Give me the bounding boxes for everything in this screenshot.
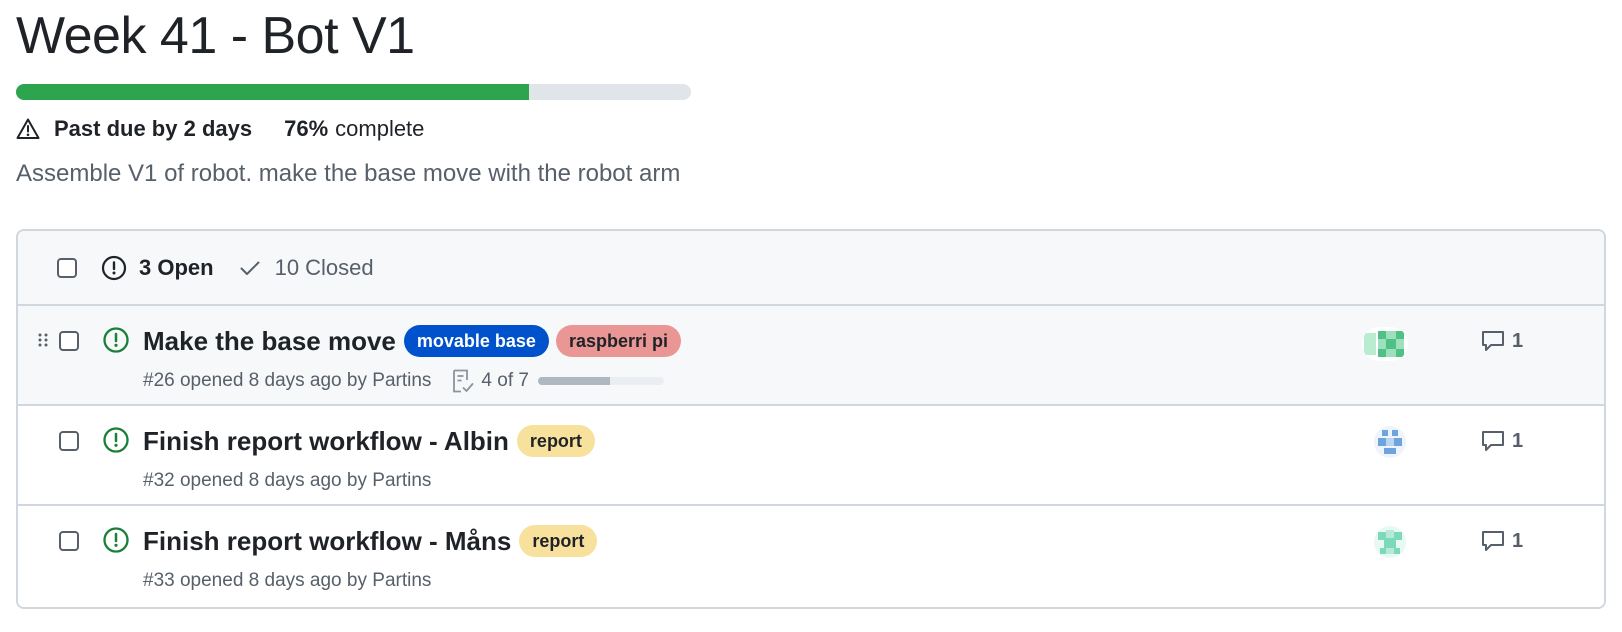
percent-complete-label: complete [335,116,425,141]
issue-row[interactable]: Finish report workflow - Måns report #33… [18,506,1604,606]
issue-row[interactable]: Make the base move movable base raspberr… [18,306,1604,406]
issue-title-line: Make the base move movable base raspberr… [143,324,688,358]
milestone-meta: Past due by 2 days 76% complete [16,114,424,144]
issue-author-link[interactable]: Partins [372,370,431,392]
milestone-page: Week 41 - Bot V1 Past due by 2 days 76% … [0,0,1622,632]
open-issues-filter[interactable]: 3 Open [101,255,214,281]
assignee-avatar[interactable] [1374,426,1406,458]
issue-meta: #33 opened 8 days ago by Partins [143,568,431,594]
closed-issues-filter[interactable]: 10 Closed [238,255,374,281]
issue-title-line: Finish report workflow - Måns report [143,524,604,558]
open-count-label: 3 Open [139,254,214,280]
issue-author-link[interactable]: Partins [372,470,431,492]
drag-handle-icon[interactable] [37,332,49,348]
comments-link[interactable]: 1 [1480,428,1523,454]
closed-count-label: 10 Closed [274,254,374,280]
milestone-title: Week 41 - Bot V1 [16,7,415,65]
due-status: Past due by 2 days [54,116,253,141]
issues-list-header: 3 Open 10 Closed [18,231,1604,306]
issue-row[interactable]: Finish report workflow - Albin report #3… [18,406,1604,506]
milestone-progress-bar [16,84,691,100]
issue-open-icon [102,426,130,454]
comment-icon [1480,528,1506,554]
issue-checkbox[interactable] [59,431,79,451]
label-movable-base[interactable]: movable base [403,325,549,357]
issue-checkbox[interactable] [59,531,79,551]
label-report[interactable]: report [516,425,595,457]
comments-link[interactable]: 1 [1480,328,1523,354]
issue-opened-text: opened 8 days ago by [179,470,367,491]
comment-icon [1480,328,1506,354]
comment-icon [1480,428,1506,454]
milestone-description: Assemble V1 of robot. make the base move… [16,160,681,187]
issue-number: #33 [143,570,175,591]
issue-author-link[interactable]: Partins [372,570,431,592]
label-raspberri-pi[interactable]: raspberri pi [555,325,681,357]
issue-title-line: Finish report workflow - Albin report [143,424,602,458]
task-count: 4 of 7 [481,370,529,391]
select-all-checkbox[interactable] [57,257,77,278]
issue-number: #32 [143,470,175,491]
assignee-avatar[interactable] [1362,327,1408,361]
checklist-icon [451,368,475,394]
issue-open-icon [102,526,130,554]
milestone-progress-fill [16,84,529,100]
issue-number: #26 [143,370,175,391]
issue-title-link[interactable]: Make the base move [143,326,396,357]
task-progress-fill [537,377,610,385]
issue-opened-icon [101,255,127,281]
assignee-avatar[interactable] [1374,526,1406,558]
issue-title-link[interactable]: Finish report workflow - Måns [143,526,511,557]
comment-count: 1 [1512,329,1524,352]
task-progress: 4 of 7 [451,368,664,394]
issue-checkbox[interactable] [59,331,79,351]
issue-opened-text: opened 8 days ago by [179,370,367,391]
label-report[interactable]: report [519,525,598,557]
issue-open-icon [102,326,130,354]
comment-count: 1 [1512,529,1524,552]
percent-complete-value: 76% [284,116,329,141]
issue-title-link[interactable]: Finish report workflow - Albin [143,426,509,457]
check-icon [238,256,262,280]
issues-list: 3 Open 10 Closed Make the base move mova… [16,229,1606,609]
comments-link[interactable]: 1 [1480,528,1523,554]
issue-meta: #32 opened 8 days ago by Partins [143,468,431,494]
issue-opened-text: opened 8 days ago by [179,570,367,591]
comment-count: 1 [1512,429,1524,452]
task-progress-bar [537,377,664,385]
alert-icon [16,117,40,141]
issue-meta: #26 opened 8 days ago by Partins 4 of 7 [143,368,664,394]
